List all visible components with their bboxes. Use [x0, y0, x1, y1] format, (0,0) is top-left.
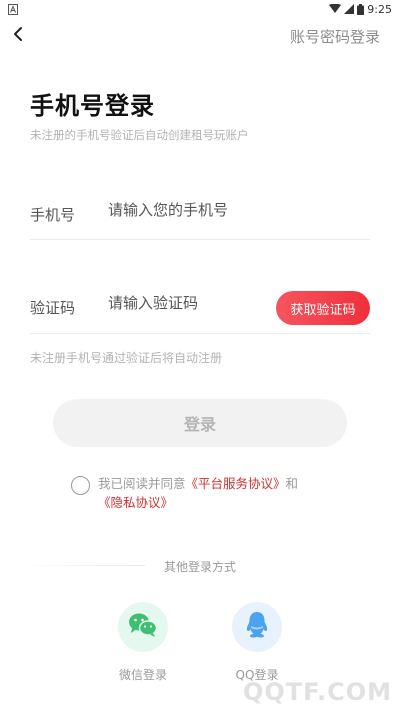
- wechat-login-label: 微信登录: [118, 668, 167, 682]
- other-login-title: 其他登录方式: [163, 560, 236, 574]
- nav-bar: 账号密码登录: [0, 18, 400, 54]
- get-code-button[interactable]: 获取验证码: [276, 291, 370, 325]
- privacy-agreement-link[interactable]: 《隐私协议》: [98, 495, 173, 510]
- page-subtitle: 未注册的手机号验证后自动创建租号玩账户: [30, 128, 249, 142]
- watermark: QQTF.COM: [242, 678, 392, 706]
- status-right: 9:25: [329, 3, 392, 16]
- qq-icon: [245, 611, 269, 643]
- password-login-link[interactable]: 账号密码登录: [290, 26, 380, 47]
- phone-label: 手机号: [30, 206, 76, 224]
- agreement-prefix: 我已阅读并同意: [98, 476, 186, 491]
- register-hint: 未注册手机号通过验证后将自动注册: [30, 351, 223, 365]
- agreement-conjunction: 和: [285, 476, 299, 491]
- status-left: [8, 3, 18, 15]
- a-notification-icon: [8, 3, 18, 15]
- status-time: 9:25: [367, 2, 392, 16]
- login-button[interactable]: 登录: [53, 399, 347, 447]
- wechat-login-button[interactable]: [118, 602, 168, 652]
- code-field-row: 验证码 获取验证码: [30, 286, 370, 334]
- wechat-icon: [128, 612, 158, 642]
- status-bar: 9:25: [0, 0, 400, 18]
- back-button[interactable]: [6, 22, 30, 50]
- signal-icon: [344, 4, 355, 14]
- chevron-left-icon: [13, 26, 23, 46]
- phone-input[interactable]: [108, 198, 358, 222]
- battery-icon: [357, 3, 365, 15]
- page-title: 手机号登录: [30, 92, 155, 120]
- phone-field-row: 手机号: [30, 192, 370, 240]
- wifi-icon: [329, 4, 342, 14]
- verification-code-input[interactable]: [108, 291, 278, 315]
- code-label: 验证码: [30, 299, 76, 317]
- agreement-text: 我已阅读并同意《平台服务协议》和《隐私协议》: [98, 474, 313, 512]
- service-agreement-link[interactable]: 《平台服务协议》: [186, 476, 286, 491]
- qq-login-button[interactable]: [232, 602, 282, 652]
- agreement-checkbox[interactable]: [71, 476, 90, 495]
